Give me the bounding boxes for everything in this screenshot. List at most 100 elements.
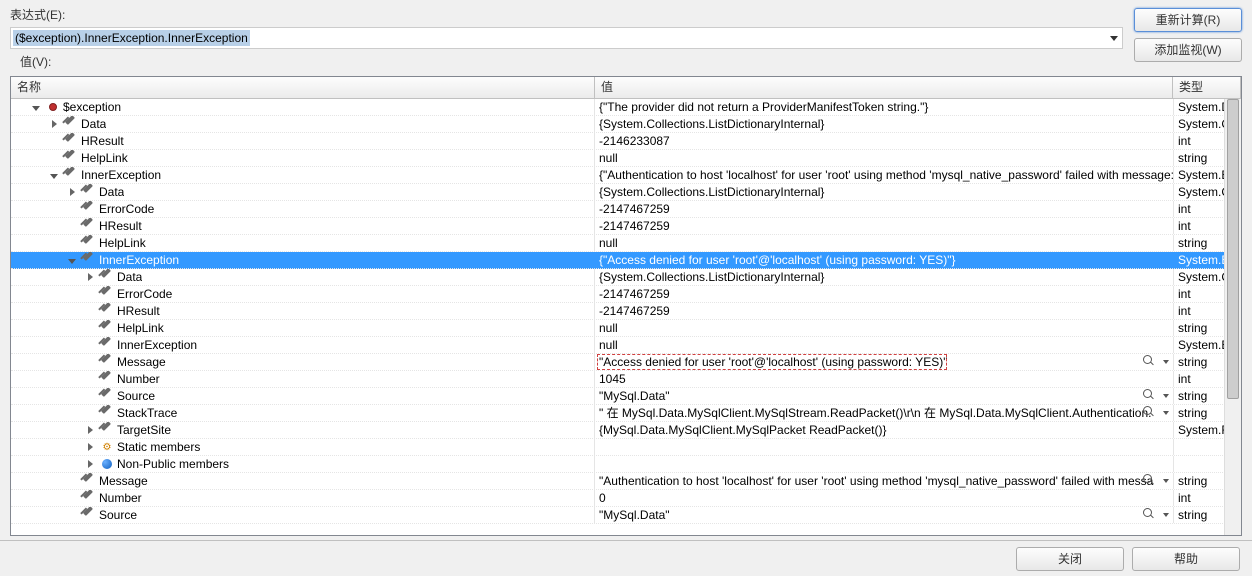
expander-icon[interactable]	[47, 168, 61, 182]
property-value[interactable]: " 在 MySql.Data.MySqlClient.MySqlStream.R…	[595, 405, 1173, 421]
table-row[interactable]: Message "Access denied for user 'root'@'l…	[11, 354, 1241, 371]
table-row[interactable]: ⚙Static members	[11, 439, 1241, 456]
wrench-icon	[100, 372, 114, 386]
table-row[interactable]: Message"Authentication to host 'localhos…	[11, 473, 1241, 490]
table-row[interactable]: ErrorCode-2147467259int	[11, 201, 1241, 218]
property-value[interactable]: -2147467259	[595, 218, 1173, 234]
table-row[interactable]: ErrorCode-2147467259int	[11, 286, 1241, 303]
add-watch-button[interactable]: 添加监视(W)	[1134, 38, 1242, 62]
help-button[interactable]: 帮助	[1132, 547, 1240, 571]
table-row[interactable]: HResult-2147467259int	[11, 218, 1241, 235]
property-value[interactable]: {"The provider did not return a Provider…	[595, 99, 1173, 115]
col-name[interactable]: 名称	[11, 77, 595, 98]
table-row[interactable]: StackTrace " 在 MySql.Data.MySqlClient.MyS…	[11, 405, 1241, 422]
expander-icon	[83, 304, 97, 318]
expander-icon	[83, 372, 97, 386]
visualizer-icon[interactable]	[1143, 406, 1155, 418]
visualizer-icon[interactable]	[1143, 355, 1155, 367]
property-value[interactable]: {System.Collections.ListDictionaryIntern…	[595, 184, 1173, 200]
table-row[interactable]: HResult-2146233087int	[11, 133, 1241, 150]
property-value[interactable]: -2146233087	[595, 133, 1173, 149]
vertical-scrollbar[interactable]	[1224, 99, 1241, 535]
property-value[interactable]: -2147467259	[595, 286, 1173, 302]
table-row[interactable]: InnerException{"Access denied for user '…	[11, 252, 1241, 269]
table-row[interactable]: Number1045int	[11, 371, 1241, 388]
table-row[interactable]: TargetSite{MySql.Data.MySqlClient.MySqlP…	[11, 422, 1241, 439]
expander-icon[interactable]	[83, 457, 97, 471]
table-row[interactable]: Non-Public members	[11, 456, 1241, 473]
property-value[interactable]: "Access denied for user 'root'@'localhos…	[595, 354, 1173, 370]
property-name: $exception	[63, 99, 121, 115]
property-value[interactable]: 0	[595, 490, 1173, 506]
property-name: Data	[99, 184, 124, 200]
property-name: HResult	[81, 133, 124, 149]
property-name: HResult	[117, 303, 160, 319]
col-value[interactable]: 值	[595, 77, 1173, 98]
property-value[interactable]: "MySql.Data"	[595, 388, 1173, 404]
table-row[interactable]: $exception {"The provider did not return …	[11, 99, 1241, 116]
table-row[interactable]: Number0int	[11, 490, 1241, 507]
property-value[interactable]: "Authentication to host 'localhost' for …	[595, 473, 1173, 489]
visualizer-icon[interactable]	[1143, 474, 1155, 486]
property-value[interactable]: -2147467259	[595, 201, 1173, 217]
visualizer-dropdown-icon[interactable]	[1163, 513, 1169, 517]
table-row[interactable]: HResult-2147467259int	[11, 303, 1241, 320]
expander-icon[interactable]	[83, 423, 97, 437]
expander-icon[interactable]	[83, 270, 97, 284]
visualizer-dropdown-icon[interactable]	[1163, 360, 1169, 364]
property-value[interactable]	[595, 456, 1173, 472]
expander-icon[interactable]	[29, 100, 43, 114]
expander-icon[interactable]	[65, 185, 79, 199]
expander-icon[interactable]	[65, 253, 79, 267]
table-row[interactable]: Source"MySql.Data"string	[11, 388, 1241, 405]
table-row[interactable]: InnerException{"Authentication to host '…	[11, 167, 1241, 184]
property-value[interactable]: null	[595, 320, 1173, 336]
table-row[interactable]: Data {System.Collections.ListDictionaryIn…	[11, 116, 1241, 133]
recalculate-button[interactable]: 重新计算(R)	[1134, 8, 1242, 32]
property-name: Number	[117, 371, 160, 387]
wrench-icon	[100, 304, 114, 318]
property-value[interactable]: null	[595, 337, 1173, 353]
expander-icon[interactable]	[83, 440, 97, 454]
scrollbar-thumb[interactable]	[1227, 99, 1239, 399]
chevron-down-icon[interactable]	[1110, 36, 1118, 41]
close-button[interactable]: 关闭	[1016, 547, 1124, 571]
property-value[interactable]: null	[595, 235, 1173, 251]
wrench-icon	[82, 253, 96, 267]
property-value[interactable]: {"Authentication to host 'localhost' for…	[595, 167, 1173, 183]
visualizer-icon[interactable]	[1143, 508, 1155, 520]
table-row[interactable]: HelpLinknullstring	[11, 320, 1241, 337]
visualizer-dropdown-icon[interactable]	[1163, 394, 1169, 398]
property-name: Message	[117, 354, 166, 370]
wrench-icon	[82, 474, 96, 488]
expander-icon	[83, 338, 97, 352]
property-value[interactable]: null	[595, 150, 1173, 166]
expression-combobox[interactable]: ($exception).InnerException.InnerExcepti…	[10, 27, 1123, 49]
property-value[interactable]: -2147467259	[595, 303, 1173, 319]
visualizer-icon[interactable]	[1143, 389, 1155, 401]
property-value[interactable]: {System.Collections.ListDictionaryIntern…	[595, 269, 1173, 285]
table-row[interactable]: Data {System.Collections.ListDictionaryIn…	[11, 184, 1241, 201]
wrench-icon	[100, 270, 114, 284]
property-value[interactable]: "MySql.Data"	[595, 507, 1173, 523]
wrench-icon	[82, 185, 96, 199]
property-name: Data	[81, 116, 106, 132]
table-row[interactable]: HelpLinknullstring	[11, 235, 1241, 252]
property-value[interactable]: {"Access denied for user 'root'@'localho…	[595, 252, 1173, 268]
property-value[interactable]: 1045	[595, 371, 1173, 387]
table-row[interactable]: Source"MySql.Data"string	[11, 507, 1241, 524]
property-value[interactable]	[595, 439, 1173, 455]
expander-icon[interactable]	[47, 117, 61, 131]
table-row[interactable]: InnerExceptionnullSystem.E	[11, 337, 1241, 354]
visualizer-dropdown-icon[interactable]	[1163, 479, 1169, 483]
table-row[interactable]: Data{System.Collections.ListDictionaryIn…	[11, 269, 1241, 286]
property-value[interactable]: {MySql.Data.MySqlClient.MySqlPacket Read…	[595, 422, 1173, 438]
property-name: HelpLink	[117, 320, 164, 336]
col-type[interactable]: 类型	[1173, 77, 1241, 98]
table-row[interactable]: HelpLinknullstring	[11, 150, 1241, 167]
visualizer-dropdown-icon[interactable]	[1163, 411, 1169, 415]
wrench-icon	[64, 151, 78, 165]
property-name: StackTrace	[117, 405, 177, 421]
wrench-icon	[100, 423, 114, 437]
property-value[interactable]: {System.Collections.ListDictionaryIntern…	[595, 116, 1173, 132]
